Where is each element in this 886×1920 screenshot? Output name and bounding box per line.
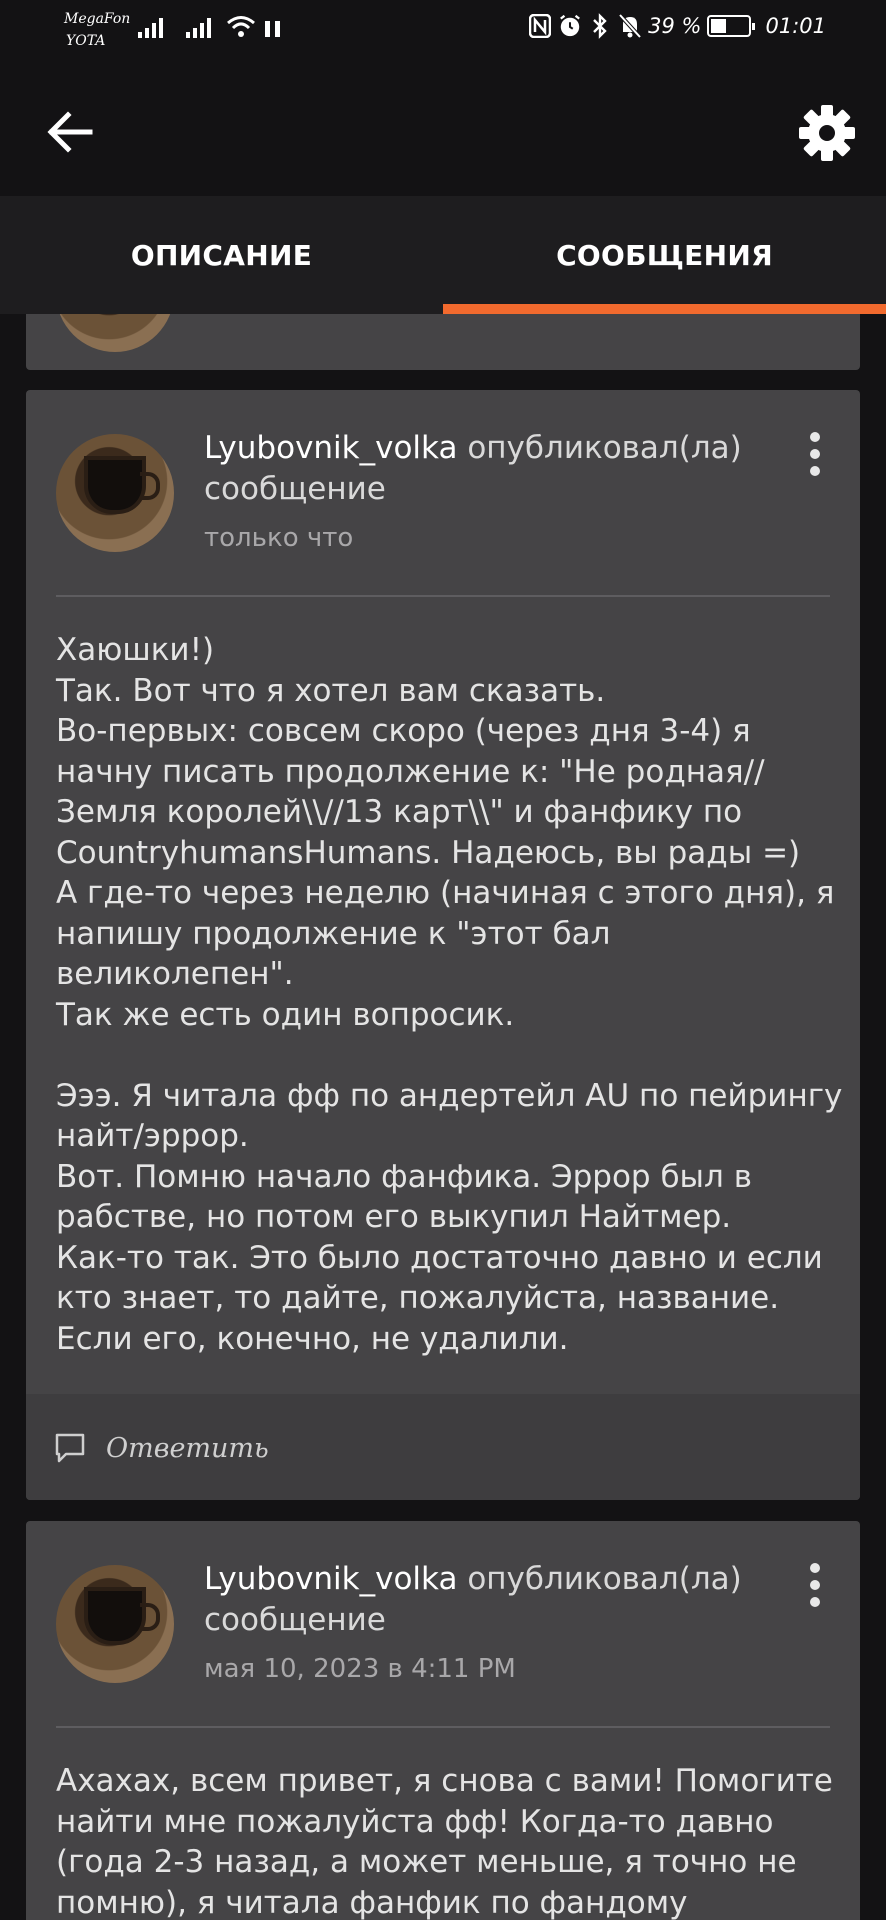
message-byline: Lyubovnik_volka опубликовал(ла) сообщени… bbox=[204, 1559, 764, 1641]
alarm-icon bbox=[558, 14, 582, 38]
tab-messages[interactable]: СООБЩЕНИЯ bbox=[443, 196, 886, 314]
bell-off-icon bbox=[618, 13, 642, 39]
author-link[interactable]: Lyubovnik_volka bbox=[204, 1561, 457, 1597]
nfc-icon bbox=[528, 14, 552, 38]
message-time: только что bbox=[204, 523, 354, 553]
message-text: Хаюшки!) Так. Вот что я хотел вам сказат… bbox=[56, 632, 843, 1357]
message-feed[interactable]: Lyubovnik_volka опубликовал(ла) сообщени… bbox=[0, 314, 886, 1920]
signal-icon bbox=[138, 16, 163, 38]
message-card: Lyubovnik_volka опубликовал(ла) сообщени… bbox=[26, 390, 860, 1500]
battery-icon bbox=[707, 15, 756, 37]
message-time: мая 10, 2023 в 4:11 PM bbox=[204, 1654, 516, 1684]
author-link[interactable]: Lyubovnik_volka bbox=[204, 430, 457, 466]
carrier-name-2: YOTA bbox=[66, 33, 106, 49]
avatar[interactable] bbox=[56, 1565, 174, 1683]
message-byline: Lyubovnik_volka опубликовал(ла) сообщени… bbox=[204, 428, 764, 510]
app-bar bbox=[0, 62, 886, 196]
carrier-info: MegaFon YOTA bbox=[64, 8, 130, 52]
divider bbox=[56, 595, 830, 597]
clock: 01:01 bbox=[765, 14, 826, 38]
carrier-name-1: MegaFon bbox=[64, 11, 131, 27]
battery-percent: 39 % bbox=[648, 14, 702, 38]
tab-messages-label: СООБЩЕНИЯ bbox=[556, 238, 773, 272]
wifi-icon bbox=[227, 16, 255, 37]
tab-bar: ОПИСАНИЕ СООБЩЕНИЯ bbox=[0, 196, 886, 314]
message-text: Ахахах, всем привет, я снова с вами! Пом… bbox=[56, 1763, 833, 1920]
comment-icon bbox=[55, 1433, 85, 1463]
settings-button[interactable] bbox=[796, 102, 858, 164]
avatar[interactable] bbox=[56, 434, 174, 552]
back-button[interactable] bbox=[42, 104, 98, 160]
divider bbox=[56, 1726, 830, 1728]
avatar bbox=[56, 314, 174, 352]
battery-level-fill bbox=[711, 19, 726, 33]
message-card-previous bbox=[26, 314, 860, 370]
reply-label: Ответить bbox=[106, 1432, 269, 1464]
arrow-left-icon bbox=[47, 111, 93, 153]
status-bar: MegaFon YOTA 39 % 01:01 bbox=[0, 0, 886, 62]
more-options-button[interactable] bbox=[808, 432, 822, 476]
message-card: Lyubovnik_volka опубликовал(ла) сообщени… bbox=[26, 1521, 860, 1920]
bluetooth-icon bbox=[588, 13, 612, 39]
tab-description-label: ОПИСАНИЕ bbox=[130, 238, 313, 272]
gear-icon bbox=[799, 105, 855, 161]
reply-bar: Ответить bbox=[26, 1394, 860, 1500]
more-options-button[interactable] bbox=[808, 1563, 822, 1607]
status-right: 39 % 01:01 bbox=[528, 13, 826, 39]
tab-description[interactable]: ОПИСАНИЕ bbox=[0, 196, 443, 314]
reply-button[interactable]: Ответить bbox=[54, 1432, 269, 1464]
pause-icon bbox=[265, 21, 280, 37]
signal-icon bbox=[186, 16, 211, 38]
